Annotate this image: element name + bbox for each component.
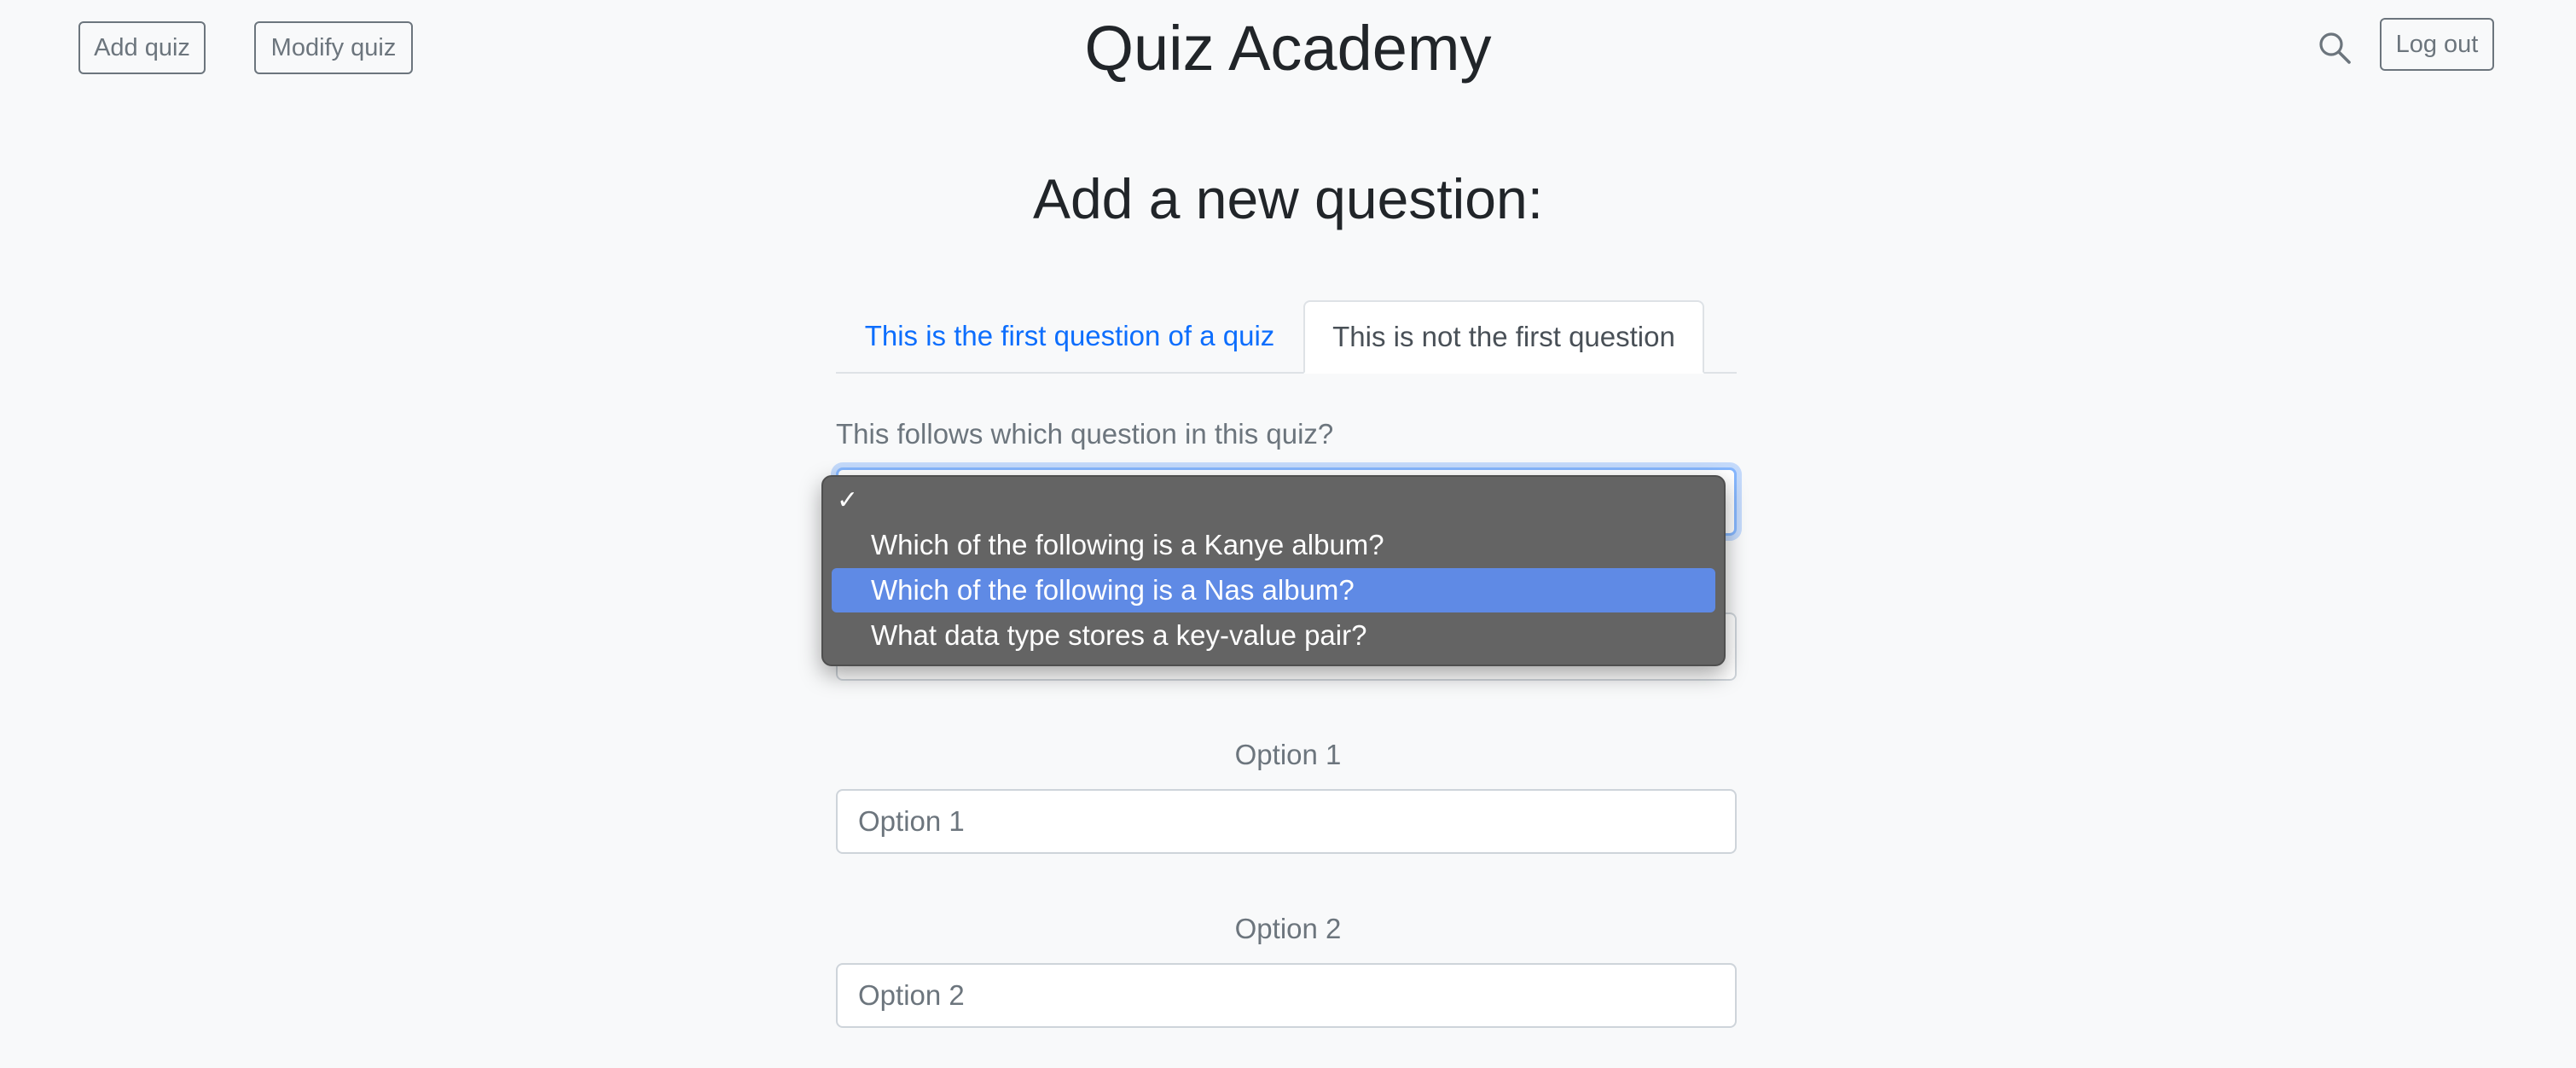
page-title: Add a new question: bbox=[1032, 167, 1544, 230]
option-2-input[interactable] bbox=[836, 963, 1737, 1028]
page: Add quiz Modify quiz Quiz Academy Log ou… bbox=[0, 0, 2576, 1068]
option-2-label: Option 2 bbox=[1234, 913, 1342, 944]
option-1-label: Option 1 bbox=[1234, 739, 1342, 770]
brand-title[interactable]: Quiz Academy bbox=[0, 12, 2576, 85]
tab-not-first-question[interactable]: This is not the first question bbox=[1303, 300, 1704, 374]
tab-first-question[interactable]: This is the first question of a quiz bbox=[836, 300, 1303, 372]
dropdown-option[interactable]: What data type stores a key-value pair? bbox=[832, 613, 1715, 658]
checkmark-icon: ✓ bbox=[837, 485, 859, 515]
dropdown-option-highlighted[interactable]: Which of the following is a Nas album? bbox=[832, 568, 1715, 612]
preceding-question-dropdown: ✓ Which of the following is a Kanye albu… bbox=[821, 475, 1726, 666]
search-icon[interactable] bbox=[2318, 31, 2352, 65]
option-1-input[interactable] bbox=[836, 789, 1737, 854]
follows-question-label: This follows which question in this quiz… bbox=[836, 418, 1334, 450]
question-position-tabs: This is the first question of a quiz Thi… bbox=[836, 300, 1737, 374]
logout-button[interactable]: Log out bbox=[2380, 18, 2494, 71]
dropdown-option[interactable]: Which of the following is a Kanye album? bbox=[832, 523, 1715, 567]
